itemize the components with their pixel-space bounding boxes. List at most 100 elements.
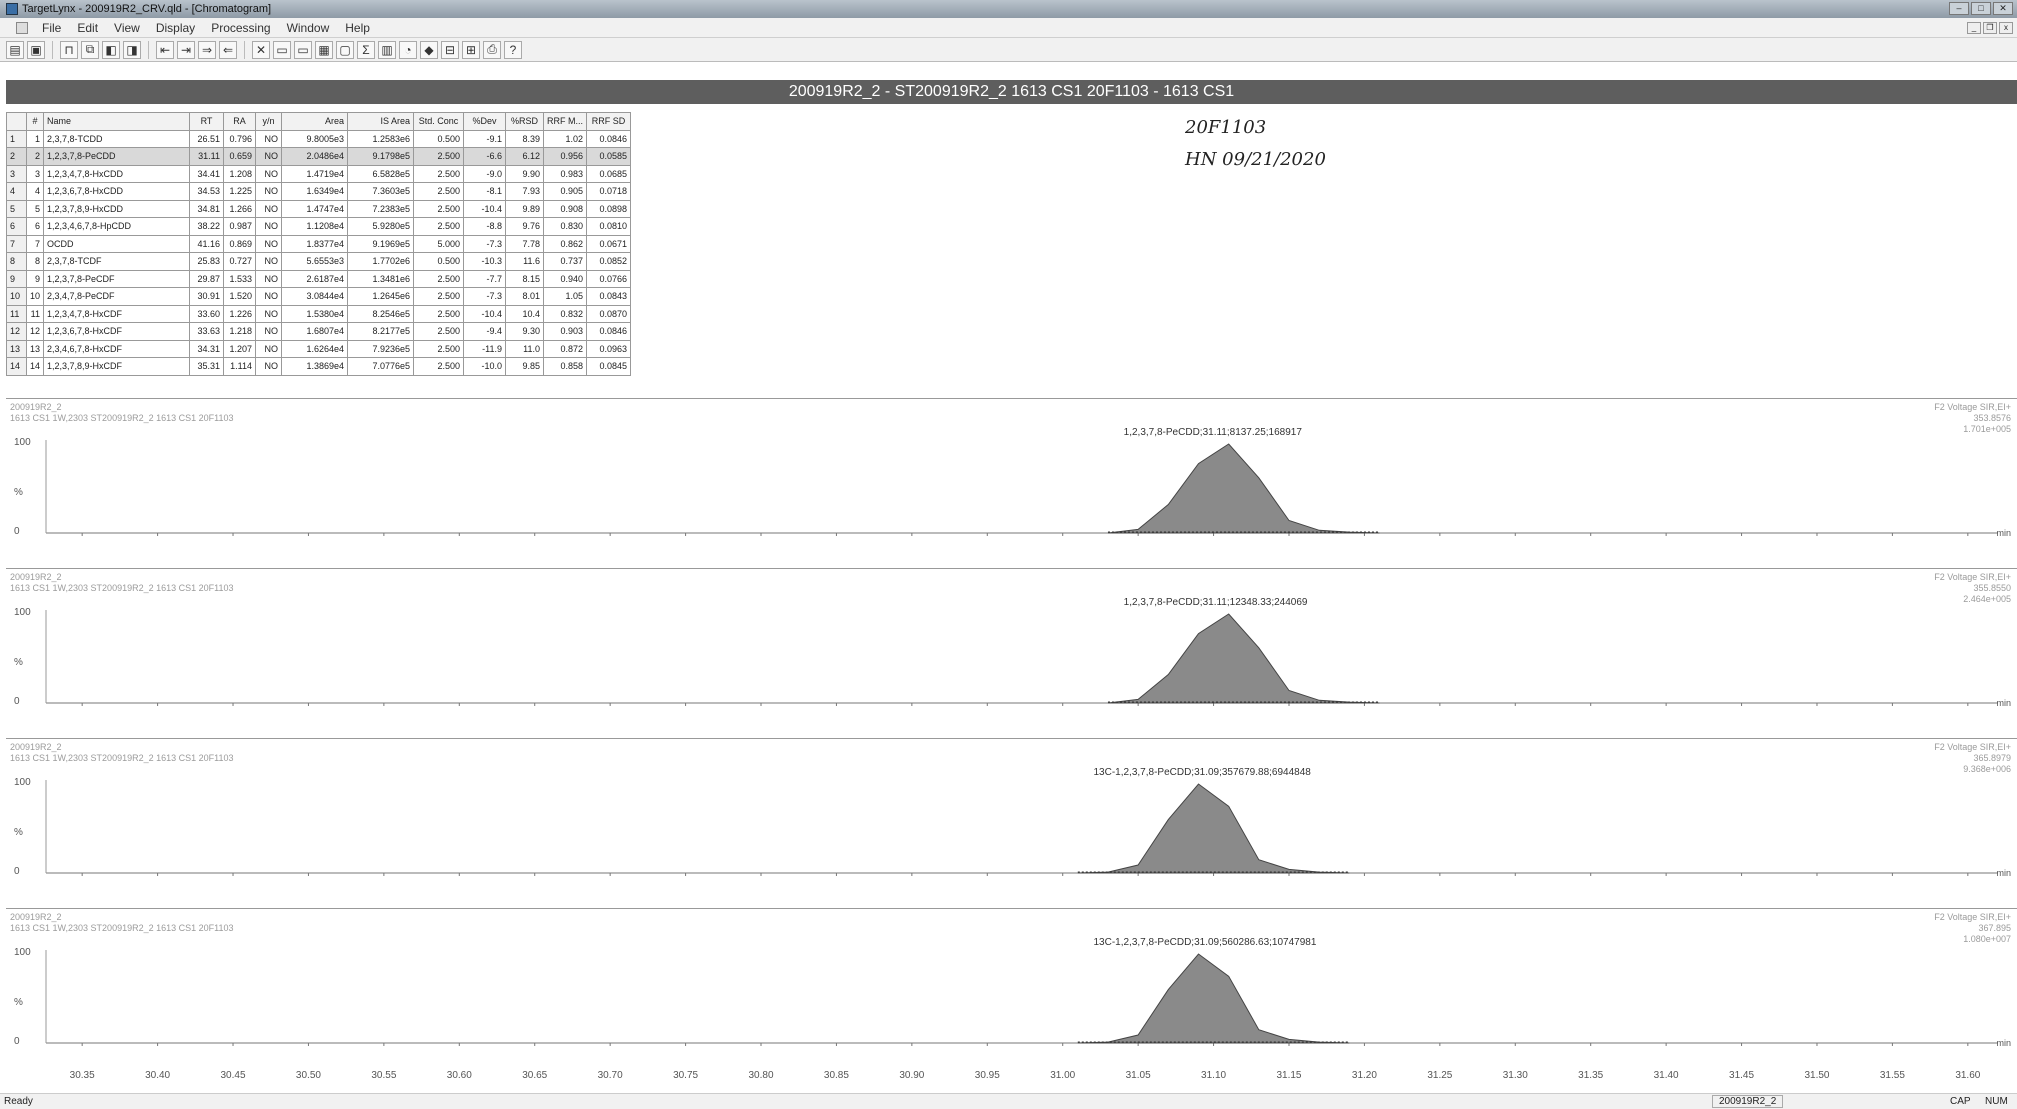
row-header[interactable]: 12 <box>6 322 27 341</box>
table-row[interactable]: 4 4 1,2,3,6,7,8-HxCDD 34.53 1.225 NO 1.6349e4 7… <box>6 182 632 201</box>
table-row[interactable]: 7 7 OCDD 41.16 0.869 NO 1.8377e4 9.1969e5 5.000-… <box>6 234 632 253</box>
menu-view[interactable]: View <box>106 21 148 35</box>
cell-is-area: 1.2583e6 <box>347 129 415 148</box>
menu-window[interactable]: Window <box>279 21 338 35</box>
cell-rt: 33.63 <box>189 322 225 341</box>
peak-area[interactable] <box>1107 443 1380 534</box>
window-layout-1-icon[interactable]: ▭ <box>273 40 291 59</box>
copy-icon[interactable]: ⧉ <box>81 40 99 59</box>
menu-file[interactable]: File <box>34 21 69 35</box>
col-header-name[interactable]: Name <box>43 112 191 131</box>
chart-icon[interactable]: ⊓ <box>60 40 78 59</box>
peak-area[interactable] <box>1107 613 1380 704</box>
col-header-yn[interactable]: y/n <box>255 112 283 131</box>
chromatogram-panel[interactable]: 200919R2_2 1613 CS1 1W,2303 ST200919R2_2 … <box>6 908 2017 1076</box>
table-row[interactable]: 14 14 1,2,3,7,8,9-HxCDF 35.31 1.114 NO 1.3869e… <box>6 357 632 376</box>
menu-processing[interactable]: Processing <box>203 21 278 35</box>
cell-area: 1.6264e4 <box>281 339 349 358</box>
row-header[interactable]: 4 <box>6 182 27 201</box>
table-row[interactable]: 3 3 1,2,3,4,7,8-HxCDD 34.41 1.208 NO 1.4719e4 6… <box>6 164 632 183</box>
window-layout-4-icon[interactable]: ▢ <box>336 40 354 59</box>
row-header[interactable]: 10 <box>6 287 27 306</box>
menu-edit[interactable]: Edit <box>69 21 106 35</box>
table-row[interactable]: 6 6 1,2,3,4,6,7,8-HpCDD 38.22 0.987 NO 1.1208e… <box>6 217 632 236</box>
help-icon[interactable]: ? <box>504 40 522 59</box>
window-layout-2-icon[interactable]: ▭ <box>294 40 312 59</box>
col-header-area[interactable]: Area <box>281 112 349 131</box>
menu-help[interactable]: Help <box>337 21 378 35</box>
next-compound-icon[interactable]: ⇥ <box>177 40 195 59</box>
previous-compound-icon[interactable]: ⇤ <box>156 40 174 59</box>
col-header-rt[interactable]: RT <box>189 112 225 131</box>
table-row[interactable]: 10 10 2,3,4,7,8-PeCDF 30.91 1.520 NO 3.0844e4 1… <box>6 287 632 306</box>
split-vertical-icon[interactable]: ⊞ <box>462 40 480 59</box>
table-row[interactable]: 12 12 1,2,3,6,7,8-HxCDF 33.63 1.218 NO 1.6807e… <box>6 322 632 341</box>
close-button[interactable]: ✕ <box>1993 2 2013 15</box>
chromatogram-panel[interactable]: 200919R2_2 1613 CS1 1W,2303 ST200919R2_2 … <box>6 568 2017 736</box>
col-header-index[interactable]: # <box>25 112 45 131</box>
row-header[interactable]: 11 <box>6 304 27 323</box>
view-right-icon[interactable]: ◨ <box>123 40 141 59</box>
table-row[interactable]: 9 9 1,2,3,7,8-PeCDF 29.87 1.533 NO 2.6187e4 1.3… <box>6 269 632 288</box>
chromatogram-panel[interactable]: 200919R2_2 1613 CS1 1W,2303 ST200919R2_2 … <box>6 398 2017 566</box>
col-header-ra[interactable]: RA <box>223 112 257 131</box>
table-row[interactable]: 5 5 1,2,3,7,8,9-HxCDD 34.81 1.266 NO 1.4747e4 7… <box>6 199 632 218</box>
table-row[interactable]: 8 8 2,3,7,8-TCDF 25.83 0.727 NO 5.6553e3 1.7702… <box>6 252 632 271</box>
table-icon[interactable]: ▥ <box>378 40 396 59</box>
table-row[interactable]: 13 13 2,3,4,6,7,8-HxCDF 34.31 1.207 NO 1.6264e… <box>6 339 632 358</box>
chromatogram-panel[interactable]: 200919R2_2 1613 CS1 1W,2303 ST200919R2_2 … <box>6 738 2017 906</box>
view-left-icon[interactable]: ◧ <box>102 40 120 59</box>
cell-area: 2.6187e4 <box>281 269 349 288</box>
peak-area[interactable] <box>1077 953 1350 1044</box>
menu-display[interactable]: Display <box>148 21 203 35</box>
cell-std-conc: 2.500 <box>413 217 465 236</box>
previous-sample-icon[interactable]: ⇐ <box>219 40 237 59</box>
row-header[interactable]: 2 <box>6 147 27 166</box>
peak-area[interactable] <box>1077 783 1350 874</box>
col-header-is-area[interactable]: IS Area <box>347 112 415 131</box>
row-header[interactable]: 5 <box>6 199 27 218</box>
col-header-rsd[interactable]: %RSD <box>505 112 545 131</box>
row-header[interactable]: 13 <box>6 339 27 358</box>
col-header-dev[interactable]: %Dev <box>463 112 507 131</box>
save-icon[interactable]: ▣ <box>27 40 45 59</box>
cell-rt: 38.22 <box>189 217 225 236</box>
mdi-minimize-button[interactable]: _ <box>1967 21 1981 34</box>
cell-area: 1.6807e4 <box>281 322 349 341</box>
document-icon[interactable] <box>16 21 28 34</box>
open-icon[interactable]: ▤ <box>6 40 24 59</box>
next-sample-icon[interactable]: ⇒ <box>198 40 216 59</box>
col-header-rrf-mean[interactable]: RRF M... <box>543 112 588 131</box>
row-header[interactable]: 3 <box>6 164 27 183</box>
cell-rt: 26.51 <box>189 129 225 148</box>
print-icon[interactable]: ⎙ <box>483 40 501 59</box>
col-header-std-conc[interactable]: Std. Conc <box>413 112 465 131</box>
row-header[interactable]: 1 <box>6 129 27 148</box>
row-header[interactable]: 6 <box>6 217 27 236</box>
maximize-button[interactable]: □ <box>1971 2 1991 15</box>
split-horizontal-icon[interactable]: ⊟ <box>441 40 459 59</box>
cell-yn: NO <box>255 234 283 253</box>
minimize-button[interactable]: – <box>1949 2 1969 15</box>
cell-dev: -9.4 <box>463 322 507 341</box>
mdi-close-button[interactable]: x <box>1999 21 2013 34</box>
row-header[interactable]: 9 <box>6 269 27 288</box>
row-header[interactable]: 7 <box>6 234 27 253</box>
cell-std-conc: 2.500 <box>413 322 465 341</box>
row-header[interactable]: 8 <box>6 252 27 271</box>
cell-area: 9.8005e3 <box>281 129 349 148</box>
table-row[interactable]: 11 11 1,2,3,4,7,8-HxCDF 33.60 1.226 NO 1.5380e… <box>6 304 632 323</box>
delete-icon[interactable]: ✕ <box>252 40 270 59</box>
col-header-rrf-sd[interactable]: RRF SD <box>586 112 632 131</box>
integrate-icon[interactable]: ◆ <box>420 40 438 59</box>
table-row[interactable]: 2 2 1,2,3,7,8-PeCDD 31.11 0.659 NO 2.0486e4 9.1… <box>6 147 632 166</box>
cell-rt: 25.83 <box>189 252 225 271</box>
calibration-icon[interactable]: ◔ <box>399 40 417 59</box>
summary-icon[interactable]: Σ <box>357 40 375 59</box>
cell-rsd: 9.76 <box>505 217 545 236</box>
row-header[interactable]: 14 <box>6 357 27 376</box>
cell-ra: 1.114 <box>223 357 257 376</box>
mdi-restore-button[interactable]: ❐ <box>1983 21 1997 34</box>
table-row[interactable]: 1 1 2,3,7,8-TCDD 26.51 0.796 NO 9.8005e3 1.2583… <box>6 129 632 148</box>
window-layout-3-icon[interactable]: ▦ <box>315 40 333 59</box>
